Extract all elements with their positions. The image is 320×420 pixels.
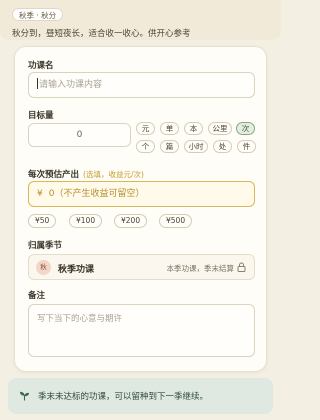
name-label: 功课名 — [28, 61, 54, 71]
unit-pill-ge[interactable]: 个 — [136, 140, 155, 153]
yield-hint: (选填，收益元/次) — [83, 170, 144, 179]
yield-label-text: 每次预估产出 — [28, 170, 80, 180]
preset-amount-100[interactable]: ¥100 — [69, 214, 103, 228]
name-placeholder: 请输入功课内容 — [39, 80, 103, 90]
sprout-icon — [20, 391, 29, 401]
target-quantity-input[interactable]: 0 — [28, 123, 131, 147]
unit-pill-dan[interactable]: 单 — [160, 122, 179, 135]
unit-pill-chu[interactable]: 处 — [213, 140, 232, 153]
season-term-chip: 秋季 · 秋分 — [12, 8, 64, 21]
tip-text: 季末未达标的功课，可以留种到下一季继续。 — [38, 392, 209, 402]
unit-pill-hour[interactable]: 小时 — [184, 140, 208, 153]
lesson-form-card: 功课名 请输入功课内容 目标量 0 元 单 本 公里 次 个 篇 小时 处 件 … — [14, 46, 267, 372]
preset-amount-200[interactable]: ¥200 — [114, 214, 148, 228]
season-note: 本季功课，季末结算 — [166, 264, 235, 273]
season-name: 秋季功课 — [58, 265, 95, 275]
unit-pill-pian[interactable]: 篇 — [160, 140, 179, 153]
preset-amount-500[interactable]: ¥500 — [159, 214, 193, 228]
season-label: 归属季节 — [28, 241, 63, 251]
yield-input[interactable]: ¥0（不产生收益可留空） — [28, 181, 255, 207]
target-label: 目标量 — [28, 111, 54, 121]
unit-pill-jian[interactable]: 件 — [237, 140, 256, 153]
add-lesson-page: 秋季 · 秋分 秋分到，昼短夜长，适合收一收心。供开心参考 功课名 请输入功课内… — [0, 0, 281, 420]
text-cursor — [37, 78, 38, 89]
lock-icon — [237, 262, 246, 272]
unit-pill-yuan[interactable]: 元 — [136, 122, 155, 135]
season-selector[interactable]: 秋 秋季功课 本季功课，季末结算 — [28, 254, 255, 280]
currency-symbol: ¥ — [37, 189, 43, 199]
unit-pill-ci-selected[interactable]: 次 — [236, 122, 255, 135]
note-placeholder: 写下当下的心意与期许 — [37, 314, 123, 324]
name-input[interactable]: 请输入功课内容 — [28, 72, 255, 98]
season-banner: 秋季 · 秋分 秋分到，昼短夜长，适合收一收心。供开心参考 — [0, 0, 281, 40]
yield-label: 每次预估产出 (选填，收益元/次) — [28, 168, 144, 180]
carry-over-tip: 季末未达标的功课，可以留种到下一季继续。 — [8, 378, 273, 414]
unit-pill-ben[interactable]: 本 — [184, 122, 203, 135]
preset-amount-50[interactable]: ¥50 — [28, 214, 57, 228]
yield-placeholder: 0（不产生收益可留空） — [48, 189, 145, 199]
season-badge: 秋 — [36, 260, 51, 275]
note-textarea[interactable]: 写下当下的心意与期许 — [28, 304, 255, 357]
unit-pill-km[interactable]: 公里 — [208, 122, 232, 135]
note-label: 备注 — [28, 291, 46, 301]
season-description: 秋分到，昼短夜长，适合收一收心。供开心参考 — [12, 29, 191, 39]
